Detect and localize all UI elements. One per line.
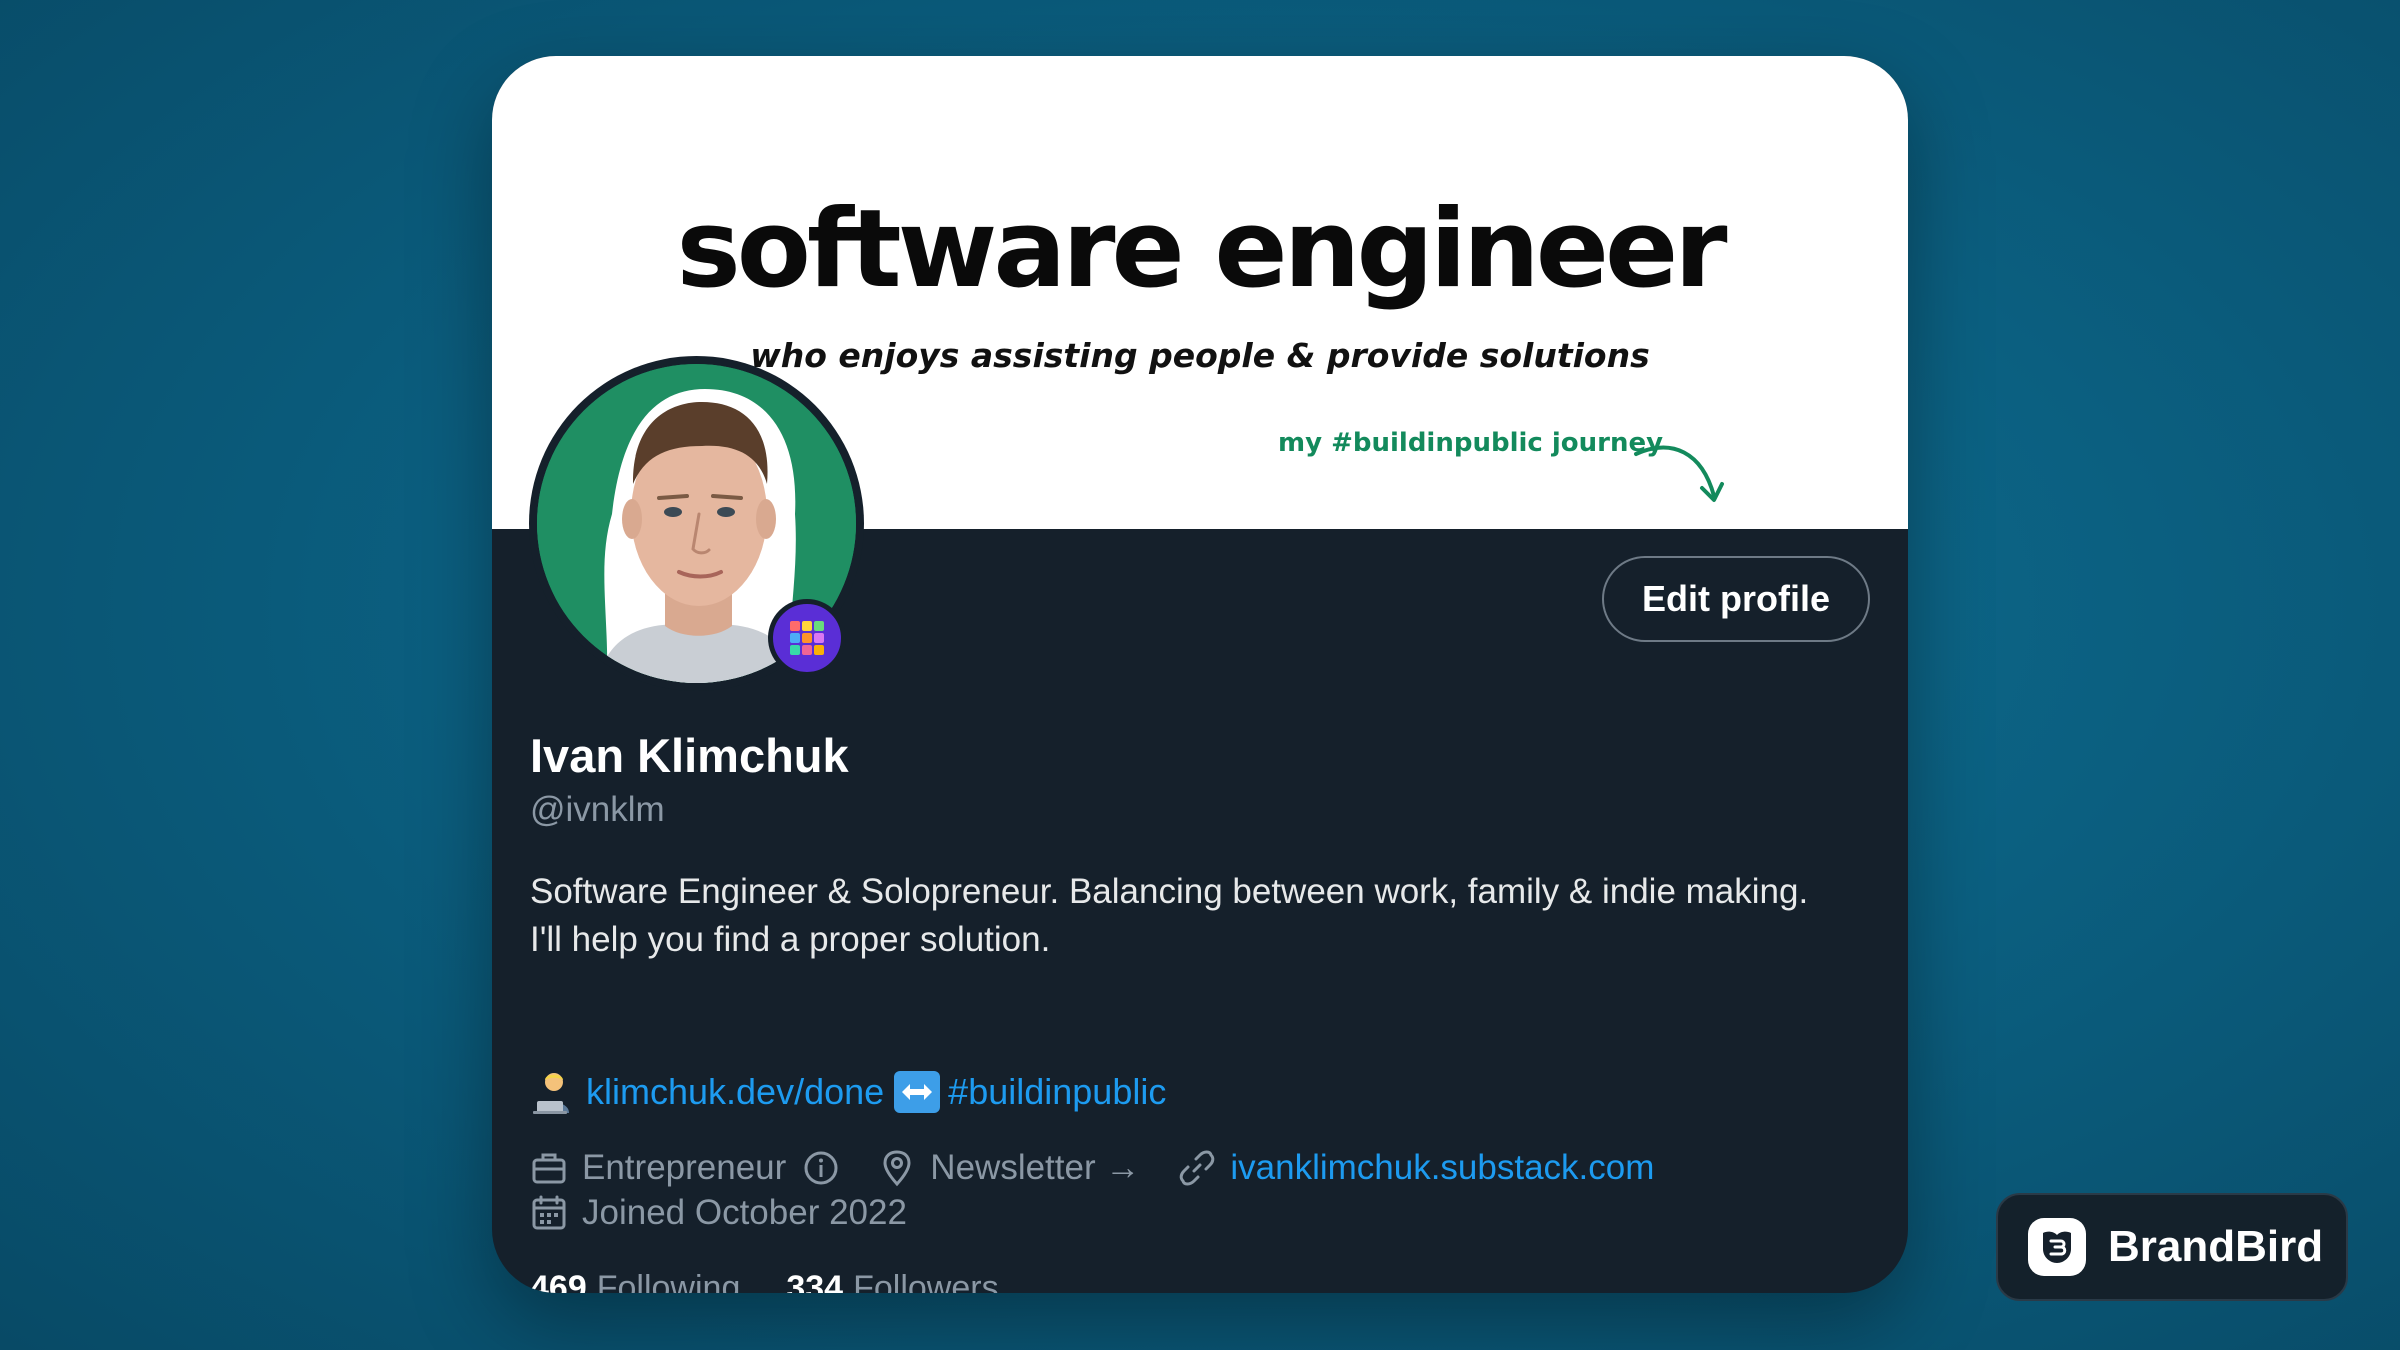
bio-links: klimchuk.dev/done #buildinpublic (530, 1066, 1166, 1118)
profile-meta: Entrepreneur Newsletter → ivanklimchuk.s… (530, 1145, 1692, 1191)
profile-card: software engineer who enjoys assisting p… (492, 56, 1908, 1293)
followers-count: 334 (786, 1268, 844, 1294)
briefcase-icon (532, 1153, 566, 1184)
meta-location: Newsletter → (878, 1148, 1140, 1188)
left-right-arrow-icon (894, 1071, 941, 1113)
meta-website: ivanklimchuk.substack.com (1178, 1148, 1654, 1188)
profile-stats: 469 Following 334 Followers (530, 1265, 1045, 1294)
profile-handle: @ivnklm (530, 790, 665, 829)
location-pin-icon (883, 1150, 911, 1187)
meta-category: Entrepreneur (530, 1148, 840, 1188)
followers-label: Followers (853, 1268, 999, 1294)
bio-link-done[interactable]: klimchuk.dev/done (586, 1071, 884, 1113)
profile-meta-joined: Joined October 2022 (530, 1190, 945, 1236)
link-icon (1180, 1150, 1215, 1186)
followers-link[interactable]: 334 Followers (786, 1269, 998, 1294)
meta-location-label: Newsletter → (930, 1148, 1141, 1187)
following-count: 469 (530, 1268, 587, 1294)
edit-profile-button[interactable]: Edit profile (1602, 556, 1870, 642)
following-label: Following (596, 1268, 741, 1294)
curved-arrow-icon (1634, 445, 1724, 502)
following-link[interactable]: 469 Following (530, 1269, 740, 1294)
meta-joined-label: Joined October 2022 (582, 1193, 907, 1232)
banner-note: my #buildinpublic journey (1278, 428, 1664, 458)
brandbird-label: BrandBird (2108, 1222, 2324, 1271)
profile-bio: Software Engineer & Solopreneur. Balanci… (530, 868, 1890, 964)
website-link[interactable]: ivanklimchuk.substack.com (1230, 1148, 1654, 1188)
technologist-emoji-icon (530, 1068, 578, 1116)
banner-title: software engineer (676, 187, 1728, 312)
profile-name: Ivan Klimchuk (530, 729, 849, 782)
calendar-icon (532, 1195, 566, 1230)
meta-joined: Joined October 2022 (530, 1193, 907, 1233)
info-circle-icon[interactable] (802, 1149, 840, 1187)
bio-line: Software Engineer & Solopreneur. Balanci… (530, 872, 1809, 911)
bio-link-hashtag[interactable]: #buildinpublic (948, 1071, 1166, 1113)
meta-category-label: Entrepreneur (582, 1148, 787, 1187)
grid-badge-icon[interactable] (768, 599, 846, 677)
brandbird-logo-icon (2028, 1218, 2086, 1276)
bio-line: I'll help you find a proper solution. (530, 920, 1051, 959)
brandbird-watermark: BrandBird (1996, 1193, 2348, 1301)
